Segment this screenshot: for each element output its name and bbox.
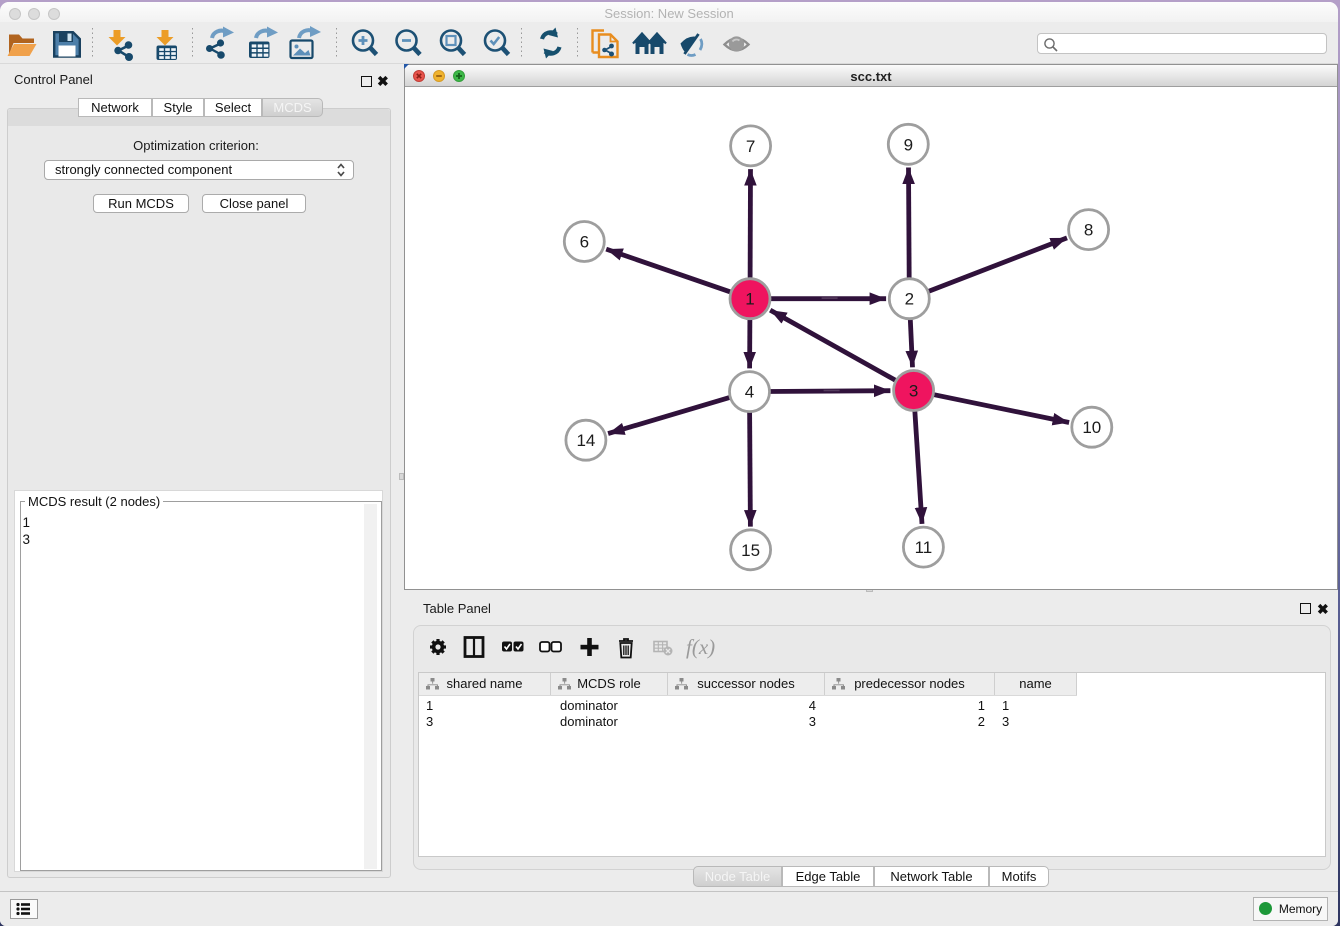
svg-text:6: 6 xyxy=(580,233,589,252)
svg-text:10: 10 xyxy=(1082,418,1101,437)
svg-text:7: 7 xyxy=(746,137,755,156)
svg-text:9: 9 xyxy=(904,135,913,154)
svg-text:4: 4 xyxy=(745,383,754,402)
svg-text:1: 1 xyxy=(745,290,754,309)
svg-text:f(x): f(x) xyxy=(686,635,715,659)
svg-text:3: 3 xyxy=(909,382,918,401)
svg-text:2: 2 xyxy=(905,290,914,309)
svg-text:11: 11 xyxy=(915,538,933,557)
svg-text:8: 8 xyxy=(1084,221,1093,240)
svg-text:15: 15 xyxy=(741,541,760,560)
svg-text:14: 14 xyxy=(576,431,595,450)
